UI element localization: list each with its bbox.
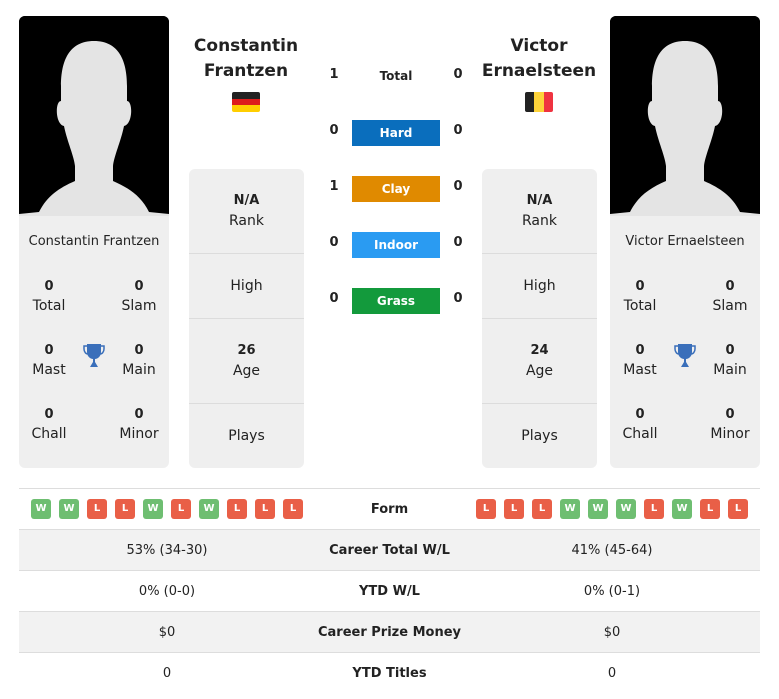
player1-titles-minor: 0 Minor — [119, 407, 159, 442]
h2h-hard-p1: 0 — [329, 123, 339, 138]
form-win-badge[interactable]: W — [199, 499, 219, 519]
player1-name-line1: Constantin — [193, 36, 299, 56]
h2h-hard-p2: 0 — [453, 123, 463, 138]
form-loss-badge[interactable]: L — [283, 499, 303, 519]
player1-plays: Plays — [228, 428, 265, 444]
player2-titles-total: 0 Total — [623, 279, 657, 314]
trophy-icon — [83, 344, 105, 367]
row-label: Career Total W/L — [329, 542, 450, 558]
table-row: 53% (34-30) Career Total W/L 41% (45-64) — [19, 529, 760, 570]
form-loss-badge[interactable]: L — [227, 499, 247, 519]
h2h-indoor-p1: 0 — [329, 235, 339, 250]
germany-flag-icon — [232, 92, 260, 112]
player1-titles-chall: 0 Chall — [31, 407, 67, 442]
player2-value: $0 — [603, 624, 621, 640]
surface-hard-button[interactable]: Hard — [352, 120, 440, 146]
form-loss-badge[interactable]: L — [87, 499, 107, 519]
form-win-badge[interactable]: W — [31, 499, 51, 519]
h2h-grass-p1: 0 — [329, 291, 339, 306]
player1-form: WWLLWLWLLL — [19, 499, 315, 519]
player1-title[interactable]: Constantin Frantzen — [184, 34, 308, 84]
player1-fullname: Constantin Frantzen — [28, 234, 160, 249]
comparison-table: WWLLWLWLLL Form LLLWWWLWLL 53% (34-30) C… — [19, 488, 760, 693]
form-win-badge[interactable]: W — [143, 499, 163, 519]
player2-titles-main: 0 Main — [713, 343, 747, 378]
player2-value: 0 — [607, 665, 617, 681]
form-label: Form — [370, 501, 409, 517]
player1-value: 0% (0-0) — [138, 583, 196, 599]
player2-titles-chall: 0 Chall — [622, 407, 658, 442]
player1-value: 0 — [162, 665, 172, 681]
player2-info-box: N/A Rank High 24 Age Plays — [482, 169, 597, 468]
player1-titles-mast: 0 Mast — [32, 343, 66, 378]
h2h-clay-p1: 1 — [329, 179, 339, 194]
player1-titles-main: 0 Main — [122, 343, 156, 378]
player2-titles-slam: 0 Slam — [712, 279, 748, 314]
player2-value: 41% (45-64) — [571, 542, 653, 558]
form-loss-badge[interactable]: L — [171, 499, 191, 519]
form-loss-badge[interactable]: L — [476, 499, 496, 519]
player2-card: Victor Ernaelsteen 0 Total 0 Slam 0 Mast 0M… — [610, 216, 760, 468]
player2-rank: N/A Rank — [482, 169, 597, 254]
player1-photo — [19, 16, 169, 216]
h2h-clay-p2: 0 — [453, 179, 463, 194]
player1-titles-slam: 0 Slam — [121, 279, 157, 314]
h2h-total-p1: 1 — [329, 67, 339, 82]
player2-form: LLLWWWLWLL — [464, 499, 760, 519]
form-win-badge[interactable]: W — [616, 499, 636, 519]
h2h-indoor-p2: 0 — [453, 235, 463, 250]
player2-photo — [610, 16, 760, 216]
form-loss-badge[interactable]: L — [644, 499, 664, 519]
trophy-icon — [674, 344, 696, 367]
player2-high: High — [482, 254, 597, 319]
row-label: Career Prize Money — [317, 624, 461, 640]
form-loss-badge[interactable]: L — [728, 499, 748, 519]
h2h-grass-p2: 0 — [453, 291, 463, 306]
player1-value: 53% (34-30) — [126, 542, 208, 558]
table-row: $0 Career Prize Money $0 — [19, 611, 760, 652]
surface-grass-button[interactable]: Grass — [352, 288, 440, 314]
h2h-total-p2: 0 — [453, 67, 463, 82]
form-win-badge[interactable]: W — [59, 499, 79, 519]
form-win-badge[interactable]: W — [560, 499, 580, 519]
player1-age: 26 Age — [189, 319, 304, 404]
silhouette-icon — [19, 16, 169, 216]
player1-titles-total: 0 Total — [32, 279, 66, 314]
player2-title[interactable]: Victor Ernaelsteen — [477, 34, 601, 84]
player1-rank: N/A Rank — [189, 169, 304, 254]
player1-name-line2: Frantzen — [203, 61, 289, 81]
table-row: 0 YTD Titles 0 — [19, 652, 760, 693]
form-loss-badge[interactable]: L — [504, 499, 524, 519]
row-label: YTD W/L — [359, 583, 420, 599]
form-row: WWLLWLWLLL Form LLLWWWLWLL — [19, 488, 760, 529]
row-label: YTD Titles — [352, 665, 427, 681]
player2-name-line2: Ernaelsteen — [481, 61, 597, 81]
form-loss-badge[interactable]: L — [255, 499, 275, 519]
form-loss-badge[interactable]: L — [115, 499, 135, 519]
h2h-total-label: Total — [379, 69, 413, 83]
surface-indoor-button[interactable]: Indoor — [352, 232, 440, 258]
form-loss-badge[interactable]: L — [700, 499, 720, 519]
player1-value: $0 — [158, 624, 176, 640]
player2-fullname: Victor Ernaelsteen — [625, 234, 745, 249]
form-win-badge[interactable]: W — [588, 499, 608, 519]
player2-age: 24 Age — [482, 319, 597, 404]
player1-high: High — [189, 254, 304, 319]
surface-clay-button[interactable]: Clay — [352, 176, 440, 202]
player1-card: Constantin Frantzen 0 Total 0 Slam 0 Mast 0… — [19, 216, 169, 468]
player2-titles-minor: 0 Minor — [710, 407, 750, 442]
form-loss-badge[interactable]: L — [532, 499, 552, 519]
silhouette-icon — [610, 16, 760, 216]
player2-value: 0% (0-1) — [583, 583, 641, 599]
belgium-flag-icon — [525, 92, 553, 112]
form-win-badge[interactable]: W — [672, 499, 692, 519]
table-row: 0% (0-0) YTD W/L 0% (0-1) — [19, 570, 760, 611]
player2-titles-mast: 0 Mast — [623, 343, 657, 378]
player2-plays: Plays — [521, 428, 558, 444]
player2-name-line1: Victor — [510, 36, 568, 56]
player1-info-box: N/A Rank High 26 Age Plays — [189, 169, 304, 468]
